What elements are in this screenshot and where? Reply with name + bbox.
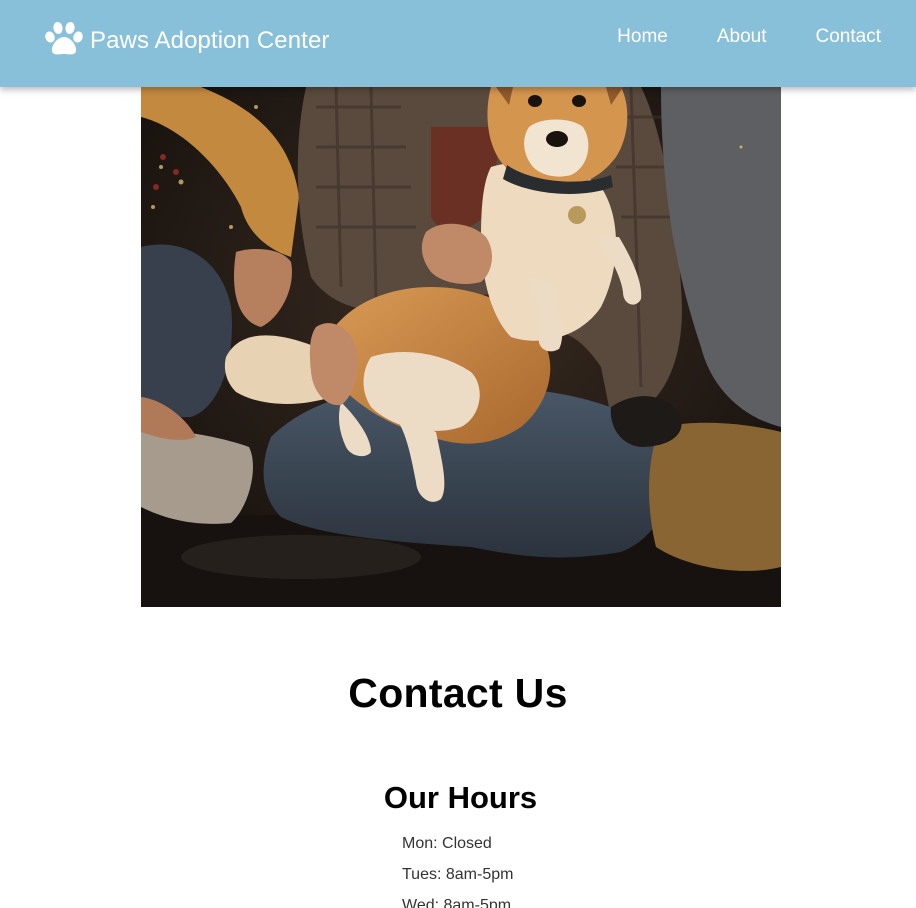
- paw-icon: [44, 21, 84, 57]
- hours-item-wed: Wed: 8am-5pm: [402, 897, 512, 908]
- site-header: Paws Adoption Center Home About Contact: [0, 0, 916, 87]
- main-nav: Home About Contact: [617, 24, 881, 50]
- hours-list: Mon: Closed Tues: 8am-5pm Wed: 8am-5pm: [402, 831, 513, 908]
- contact-title: Contact Us: [348, 670, 568, 716]
- hero-image: [141, 87, 781, 607]
- hours-item-mon: Mon: Closed: [402, 835, 492, 852]
- brand-name: Paws Adoption Center: [90, 27, 330, 54]
- page: Paws Adoption Center Home About Contact: [0, 0, 916, 908]
- hours-title: Our Hours: [383, 780, 538, 815]
- nav-home-link[interactable]: Home: [617, 24, 668, 50]
- brand-link[interactable]: Paws Adoption Center: [44, 19, 329, 59]
- nav-contact-link[interactable]: Contact: [816, 24, 881, 50]
- nav-about-link[interactable]: About: [717, 24, 767, 50]
- hours-item-tues: Tues: 8am-5pm: [402, 866, 514, 883]
